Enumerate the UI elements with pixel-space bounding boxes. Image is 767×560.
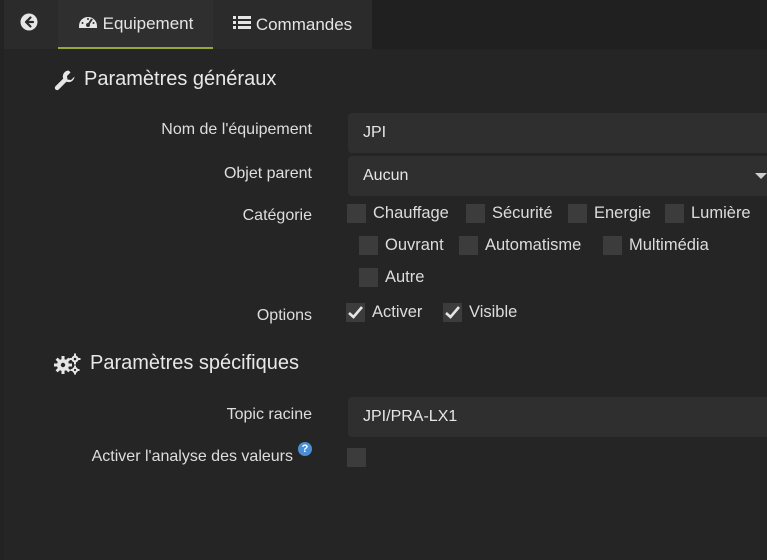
category-checkbox-label: Multimédia [629, 236, 709, 254]
category-checkbox-securite[interactable]: Sécurité [466, 204, 553, 223]
category-checkbox-automatisme[interactable]: Automatisme [459, 236, 581, 255]
checkbox-box[interactable] [466, 204, 485, 223]
check-icon [348, 306, 363, 319]
checkbox-box[interactable] [603, 236, 622, 255]
option-checkbox-label: Activer [372, 303, 423, 321]
name-input[interactable]: JPI [348, 113, 767, 153]
tachometer-icon [78, 13, 103, 34]
specific-section-title-text: Paramètres spécifiques [90, 352, 299, 374]
topic-label: Topic racine [226, 406, 312, 423]
options-label: Options [256, 307, 312, 324]
parent-select[interactable]: Aucun [348, 156, 767, 196]
tab-equipement-label: Equipement [102, 13, 194, 33]
general-section-title-text: Paramètres généraux [84, 68, 277, 90]
category-checkbox-label: Automatisme [485, 236, 582, 254]
check-icon [445, 306, 460, 319]
parent-label: Objet parent [223, 165, 312, 182]
category-checkbox-multimedia[interactable]: Multimédia [603, 236, 709, 255]
specific-section-title: Paramètres spécifiques [54, 352, 299, 375]
category-checkbox-label: Chauffage [373, 204, 449, 222]
name-label: Nom de l'équipement [161, 121, 312, 138]
category-checkbox-label: Lumière [691, 204, 751, 222]
checkbox-box[interactable] [347, 448, 366, 467]
category-checkbox-chauffage[interactable]: Chauffage [347, 204, 449, 223]
wrench-icon [54, 69, 76, 91]
checkbox-box[interactable] [665, 204, 684, 223]
category-checkbox-label: Energie [594, 204, 651, 222]
category-checkbox-label: Sécurité [492, 204, 553, 222]
category-label: Catégorie [242, 207, 312, 224]
tab-commandes-label: Commandes [255, 14, 353, 34]
topic-input[interactable]: JPI/PRA-LX1 [348, 397, 767, 437]
back-button[interactable] [4, 0, 58, 49]
option-checkbox-visible[interactable]: Visible [443, 303, 517, 322]
arrow-left-circle-icon [20, 13, 43, 36]
question-circle-icon[interactable]: ? [298, 442, 312, 456]
analyse-checkbox[interactable] [347, 448, 373, 467]
checkbox-box[interactable] [568, 204, 587, 223]
analyse-label-text: Activer l'analyse des valeurs [91, 448, 293, 465]
option-checkbox-activer[interactable]: Activer [346, 303, 422, 322]
name-input-value: JPI [363, 124, 387, 141]
category-checkbox-label: Ouvrant [385, 236, 444, 254]
checkbox-box[interactable] [347, 204, 366, 223]
checkbox-box[interactable] [346, 303, 365, 322]
category-checkbox-lumiere[interactable]: Lumière [665, 204, 751, 223]
general-section-title: Paramètres généraux [54, 68, 276, 91]
topic-input-value: JPI/PRA-LX1 [363, 408, 458, 425]
cogs-icon [54, 353, 82, 375]
tab-equipement[interactable]: Equipement [58, 0, 213, 49]
checkbox-box[interactable] [359, 268, 378, 287]
checkbox-box[interactable] [459, 236, 478, 255]
caret-down-icon [755, 173, 767, 179]
help-mark: ? [301, 443, 309, 455]
list-icon [232, 15, 256, 35]
parent-select-value: Aucun [363, 167, 409, 184]
checkbox-box[interactable] [359, 236, 378, 255]
category-checkbox-energie[interactable]: Energie [568, 204, 651, 223]
tab-commandes[interactable]: Commandes [213, 0, 372, 49]
category-checkbox-label: Autre [385, 268, 425, 286]
option-checkbox-label: Visible [469, 303, 518, 321]
checkbox-box[interactable] [443, 303, 462, 322]
category-checkbox-ouvrant[interactable]: Ouvrant [359, 236, 444, 255]
analyse-label: Activer l'analyse des valeurs? [91, 442, 312, 466]
category-checkbox-autre[interactable]: Autre [359, 268, 424, 287]
